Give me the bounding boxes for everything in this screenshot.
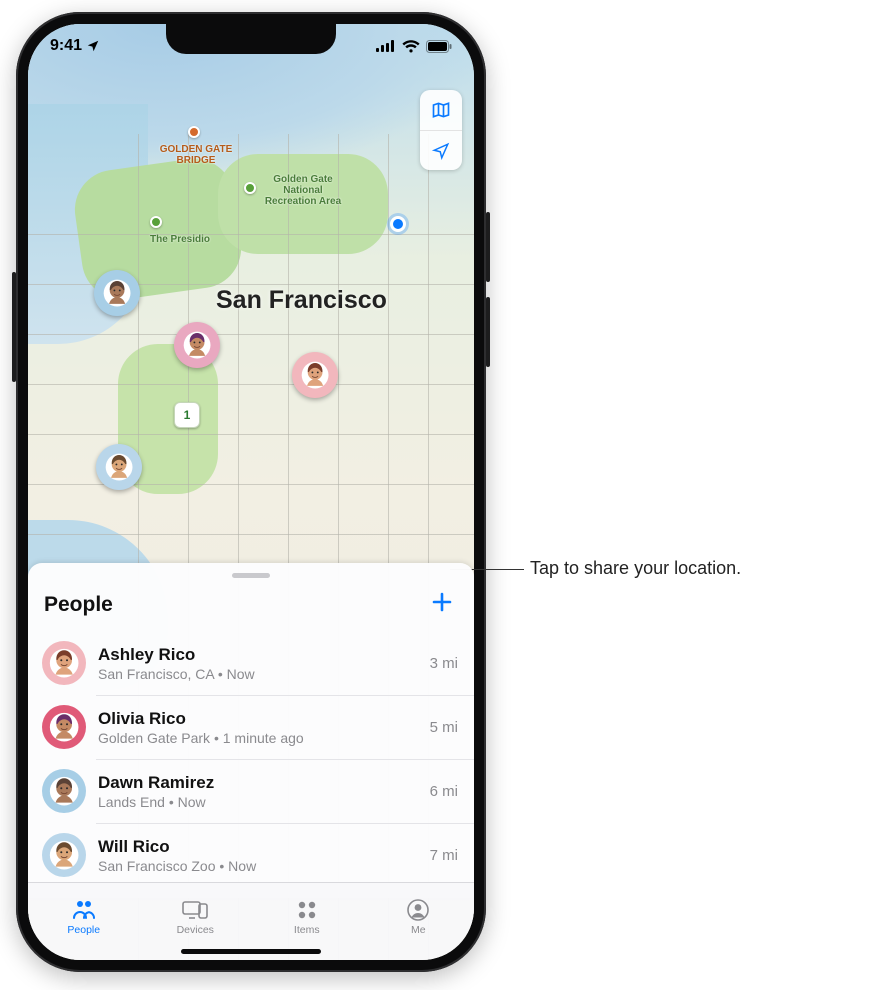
person-row[interactable]: Dawn RamirezLands End • Now 6 mi	[28, 759, 474, 823]
avatar-icon	[174, 322, 220, 368]
poi-presidio[interactable]	[150, 216, 162, 228]
tab-people[interactable]: People	[28, 883, 140, 944]
avatar	[42, 769, 86, 813]
devices-icon	[182, 898, 208, 922]
map-pin-ashley[interactable]	[292, 352, 338, 398]
battery-icon	[426, 40, 452, 53]
home-indicator[interactable]	[181, 949, 321, 954]
me-icon	[405, 898, 431, 922]
person-info: Ashley RicoSan Francisco, CA • Now	[98, 645, 418, 682]
location-services-icon	[86, 39, 100, 53]
person-row[interactable]: Will RicoSan Francisco Zoo • Now 7 mi	[28, 823, 474, 887]
sheet-grabber[interactable]	[232, 573, 270, 578]
phone-frame: 9:41	[16, 12, 486, 972]
person-name: Will Rico	[98, 837, 418, 857]
tab-devices[interactable]: Devices	[140, 883, 252, 944]
person-subtitle: Lands End • Now	[98, 794, 418, 810]
avatar	[42, 705, 86, 749]
tab-people-label: People	[67, 924, 100, 936]
tab-me-label: Me	[411, 924, 426, 936]
person-name: Ashley Rico	[98, 645, 418, 665]
items-icon	[294, 898, 320, 922]
person-distance: 5 mi	[430, 719, 458, 736]
current-location-dot[interactable]	[390, 216, 406, 232]
volume-up-button	[486, 212, 490, 282]
screen: 9:41	[28, 24, 474, 960]
person-distance: 7 mi	[430, 847, 458, 864]
route-shield-1: 1	[174, 402, 200, 428]
poi-ggnra[interactable]	[244, 182, 256, 194]
volume-down-button	[486, 297, 490, 367]
person-row[interactable]: Olivia RicoGolden Gate Park • 1 minute a…	[28, 695, 474, 759]
people-icon	[71, 898, 97, 922]
share-location-button[interactable]	[426, 586, 458, 623]
person-row[interactable]: Ashley RicoSan Francisco, CA • Now 3 mi	[28, 631, 474, 695]
map-pin-will[interactable]	[96, 444, 142, 490]
avatar	[42, 833, 86, 877]
notch	[166, 24, 336, 54]
person-info: Olivia RicoGolden Gate Park • 1 minute a…	[98, 709, 418, 746]
avatar-icon	[94, 270, 140, 316]
locate-button[interactable]	[420, 130, 462, 170]
callout-text: Tap to share your location.	[530, 558, 741, 579]
cellular-icon	[376, 40, 396, 52]
label-ggnra: Golden GateNationalRecreation Area	[258, 174, 348, 207]
locate-icon	[432, 142, 450, 160]
person-name: Olivia Rico	[98, 709, 418, 729]
person-distance: 3 mi	[430, 655, 458, 672]
map-pin-dawn[interactable]	[94, 270, 140, 316]
power-button	[12, 272, 16, 382]
person-subtitle: San Francisco Zoo • Now	[98, 858, 418, 874]
tab-items[interactable]: Items	[251, 883, 363, 944]
map-mode-icon	[431, 100, 451, 120]
map-controls	[420, 90, 462, 170]
wifi-icon	[402, 40, 420, 53]
avatar-icon	[292, 352, 338, 398]
poi-golden-gate-bridge[interactable]	[188, 126, 200, 138]
person-distance: 6 mi	[430, 783, 458, 800]
map-pin-olivia[interactable]	[174, 322, 220, 368]
map-mode-button[interactable]	[420, 90, 462, 130]
people-list[interactable]: Ashley RicoSan Francisco, CA • Now 3 mi O…	[28, 631, 474, 898]
map-city-title: San Francisco	[216, 286, 387, 315]
person-info: Dawn RamirezLands End • Now	[98, 773, 418, 810]
avatar	[42, 641, 86, 685]
person-subtitle: San Francisco, CA • Now	[98, 666, 418, 682]
plus-icon	[430, 590, 454, 614]
tab-devices-label: Devices	[177, 924, 214, 936]
people-sheet[interactable]: People Ashley RicoSan Francisco, CA • No…	[28, 563, 474, 898]
tab-items-label: Items	[294, 924, 320, 936]
person-subtitle: Golden Gate Park • 1 minute ago	[98, 730, 418, 746]
status-time: 9:41	[50, 37, 82, 55]
label-presidio: The Presidio	[150, 234, 210, 245]
avatar-icon	[96, 444, 142, 490]
person-info: Will RicoSan Francisco Zoo • Now	[98, 837, 418, 874]
sheet-title: People	[44, 593, 113, 617]
person-name: Dawn Ramirez	[98, 773, 418, 793]
tab-me[interactable]: Me	[363, 883, 475, 944]
label-golden-gate-bridge: GOLDEN GATEBRIDGE	[156, 144, 236, 166]
